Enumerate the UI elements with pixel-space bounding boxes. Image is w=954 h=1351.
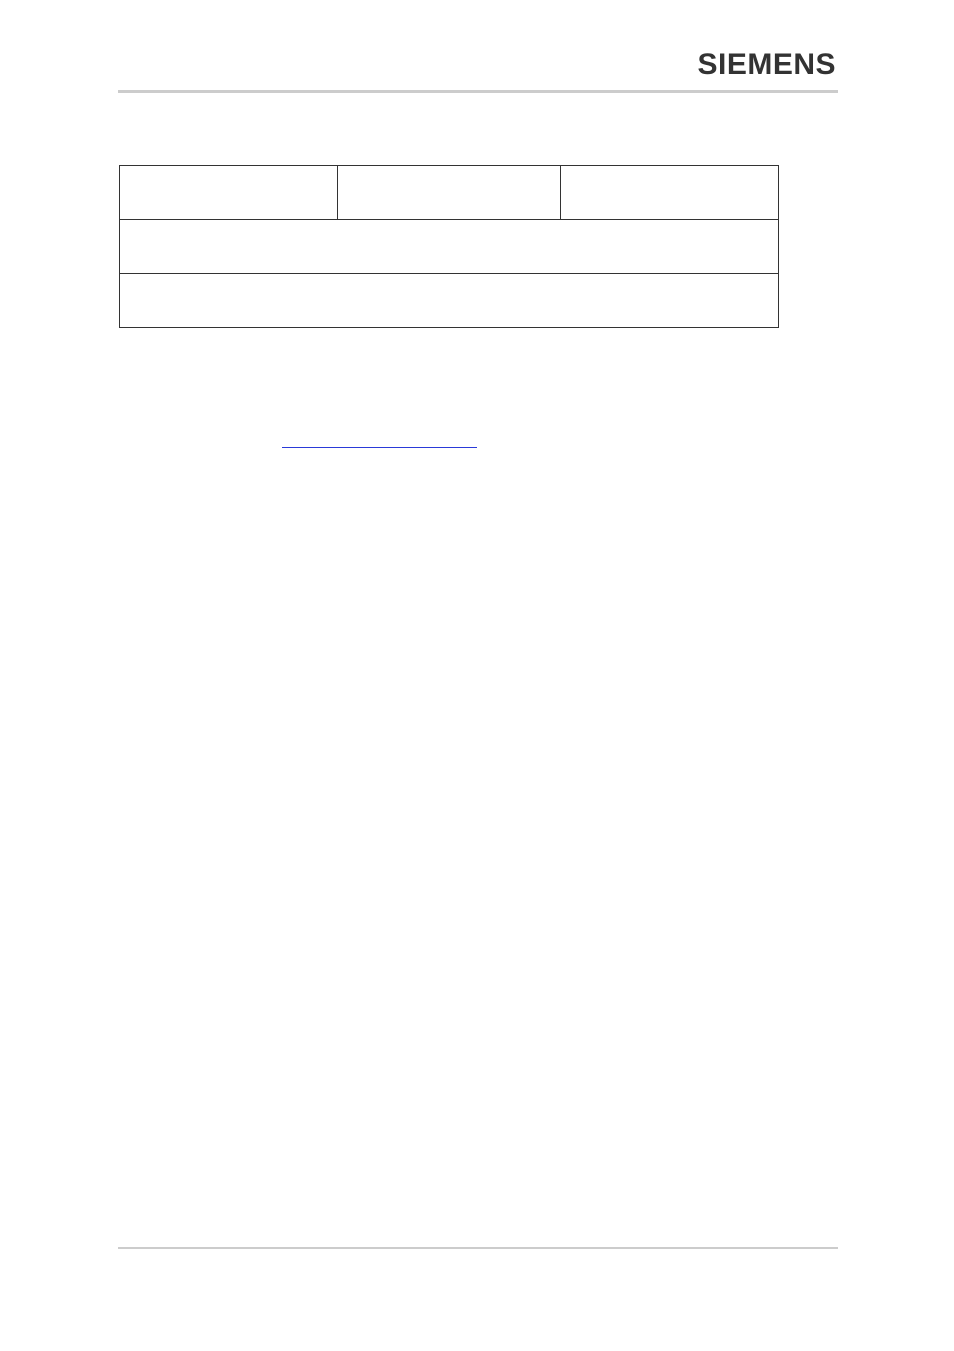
table-cell bbox=[561, 166, 779, 220]
table-row bbox=[120, 220, 779, 274]
table-cell bbox=[120, 166, 338, 220]
header-rule bbox=[118, 90, 838, 93]
table-cell bbox=[120, 220, 779, 274]
footer-rule bbox=[118, 1247, 838, 1249]
page-root: SIEMENS bbox=[0, 0, 954, 1351]
data-table bbox=[119, 165, 779, 328]
hyperlink-underline[interactable] bbox=[282, 447, 477, 448]
table-cell bbox=[337, 166, 561, 220]
brand-logo: SIEMENS bbox=[697, 48, 836, 82]
table-row bbox=[120, 166, 779, 220]
table-cell bbox=[120, 274, 779, 328]
table-row bbox=[120, 274, 779, 328]
